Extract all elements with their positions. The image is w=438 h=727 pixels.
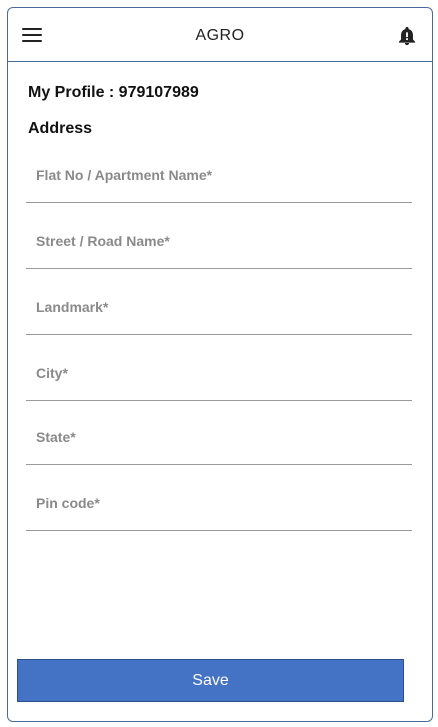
- save-button[interactable]: Save: [17, 659, 404, 702]
- app-bar: AGRO: [8, 8, 432, 62]
- street-road-input[interactable]: [26, 211, 412, 268]
- city-field[interactable]: [26, 343, 412, 401]
- city-input[interactable]: [26, 343, 412, 400]
- flat-apartment-input[interactable]: [26, 145, 412, 202]
- bell-icon[interactable]: [396, 25, 418, 47]
- state-field[interactable]: [26, 407, 412, 465]
- profile-heading: My Profile : 979107989: [28, 84, 199, 101]
- flat-apartment-field[interactable]: [26, 145, 412, 203]
- state-input[interactable]: [26, 407, 412, 464]
- address-heading: Address: [28, 120, 93, 137]
- pin-code-field[interactable]: [26, 473, 412, 531]
- app-title: AGRO: [195, 27, 245, 44]
- bell-icon-graphic: [398, 26, 416, 46]
- landmark-field[interactable]: [26, 277, 412, 335]
- street-road-field[interactable]: [26, 211, 412, 269]
- pin-code-input[interactable]: [26, 473, 412, 530]
- app-frame: AGRO My Profile : 979107989 Address Save: [7, 7, 433, 722]
- landmark-input[interactable]: [26, 277, 412, 334]
